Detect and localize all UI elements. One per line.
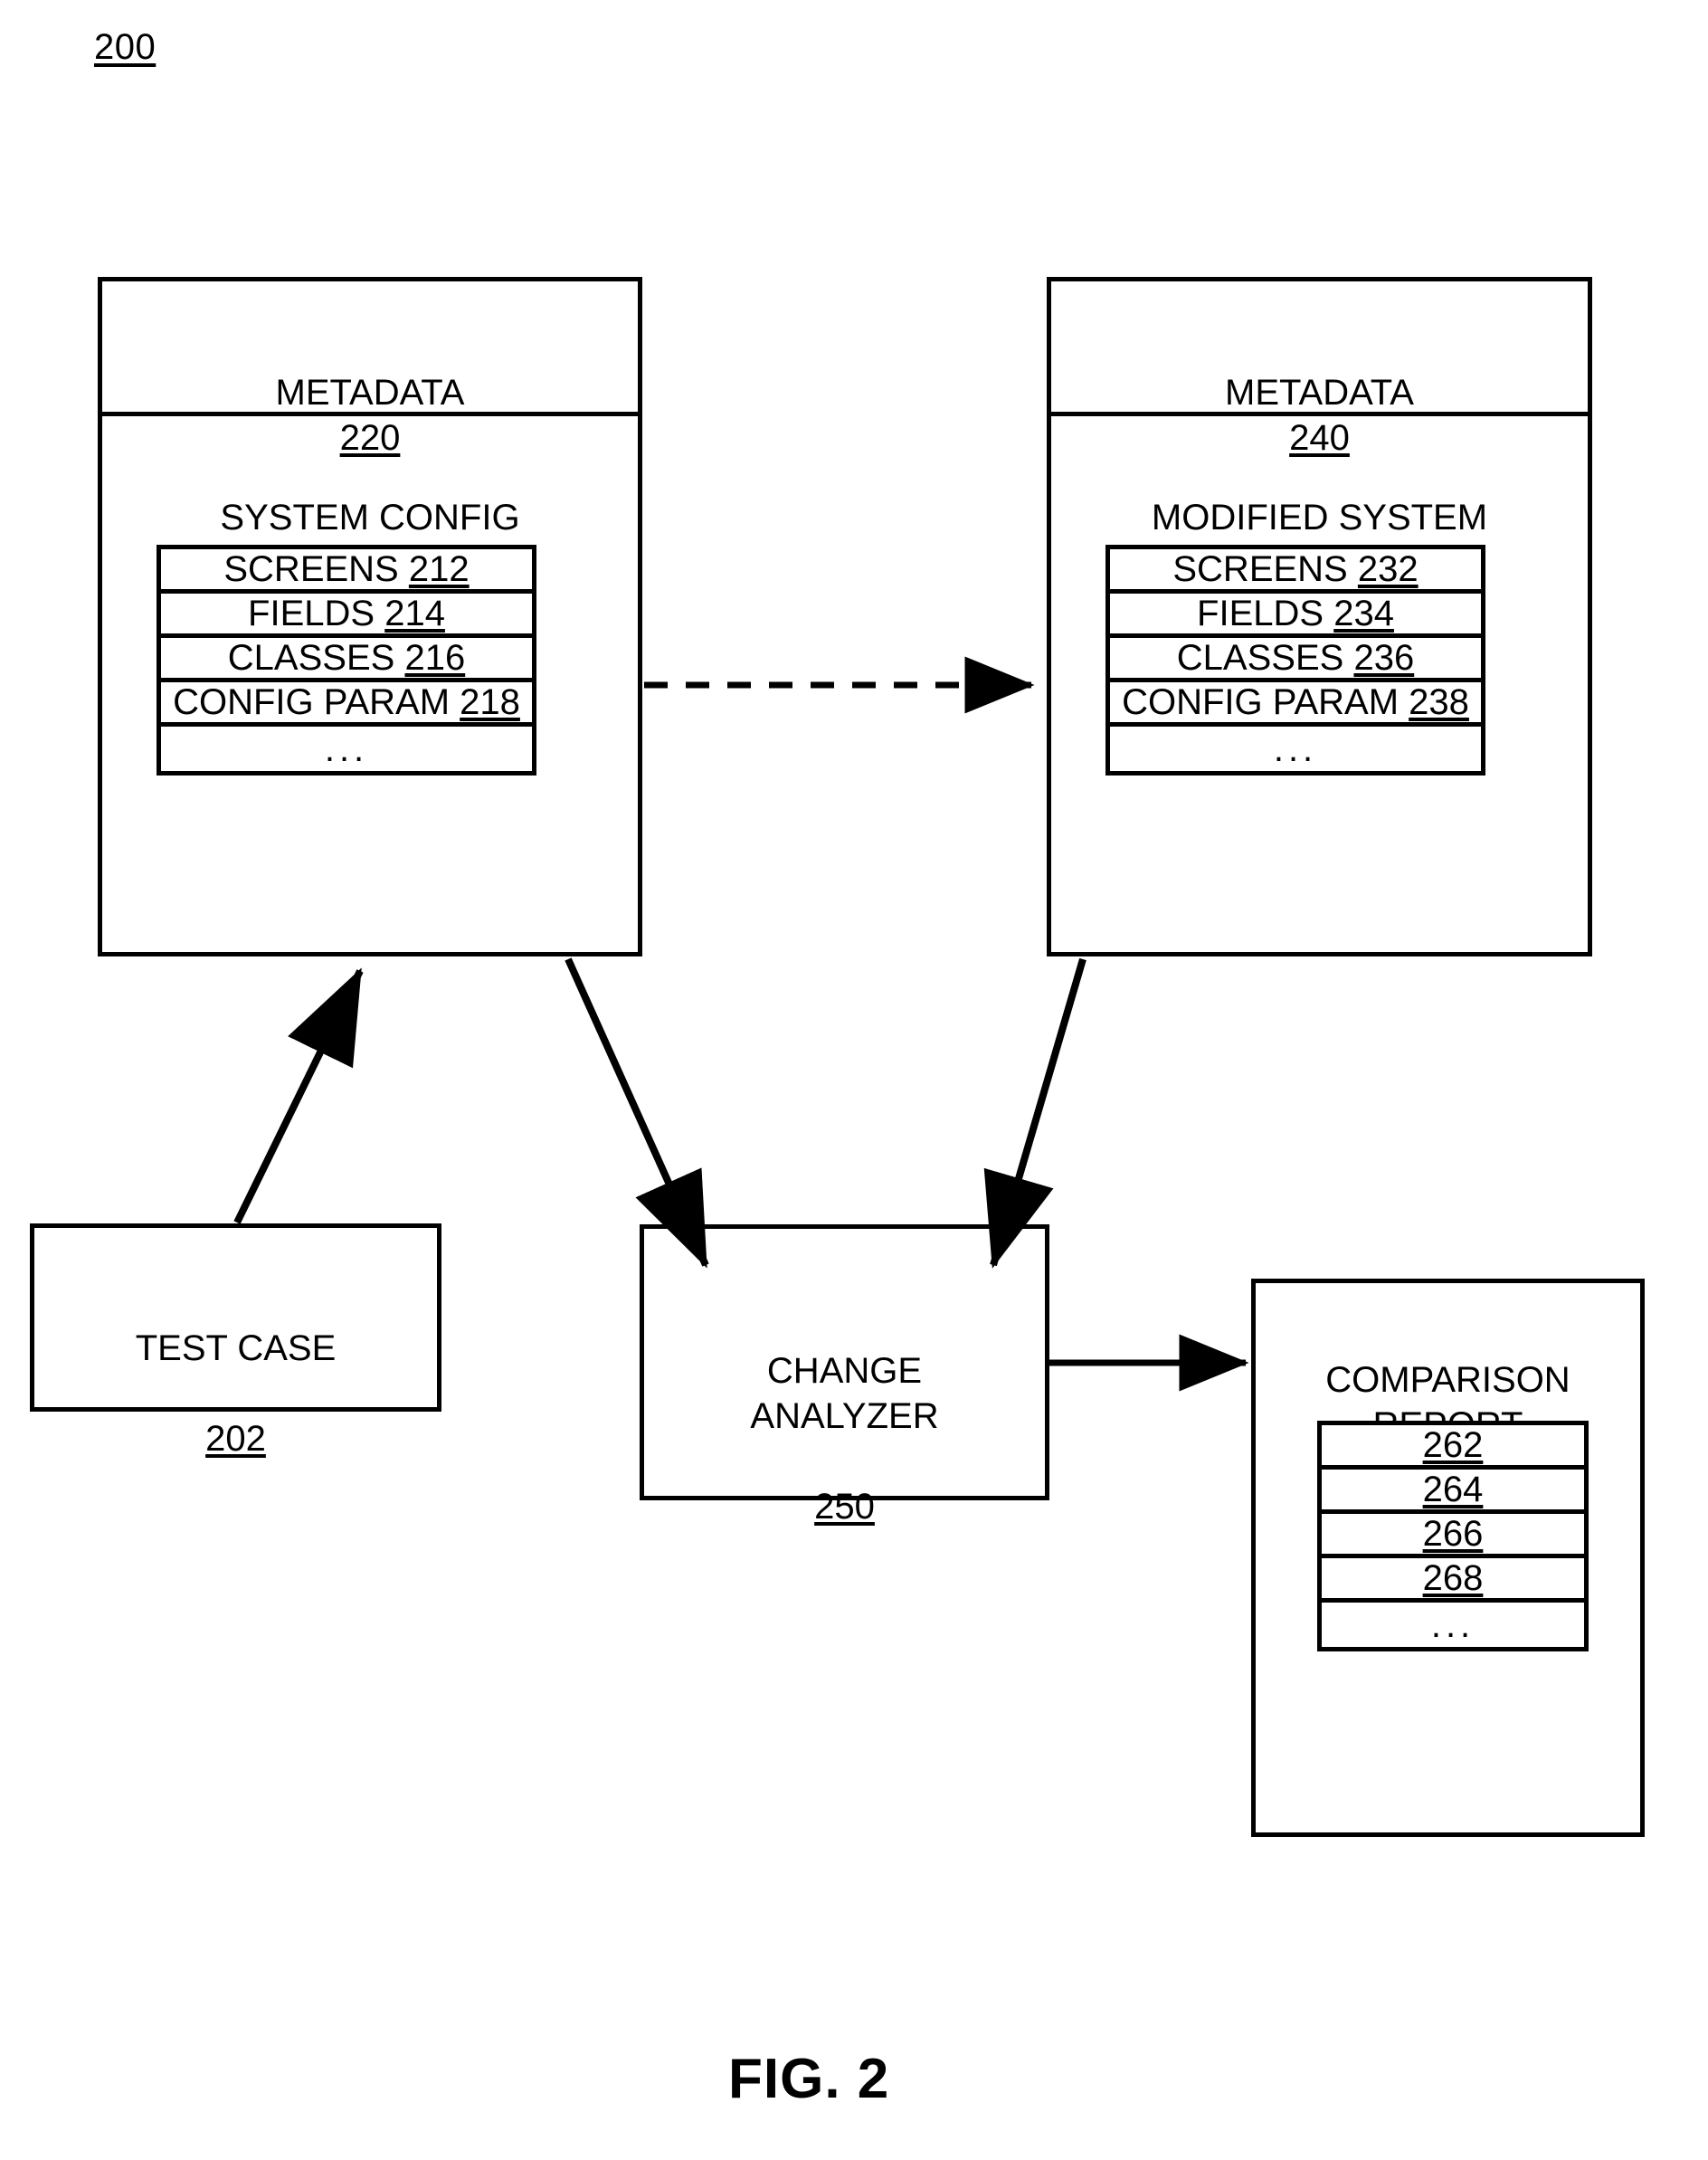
metadata-220-header: METADATA 220 xyxy=(102,325,638,461)
test-case-202-label: TEST CASE xyxy=(135,1328,337,1368)
list-item-screens-212-ref: 212 xyxy=(408,548,470,589)
list-item-ellipsis-left: ... xyxy=(161,727,532,771)
metadata-220-header-label: METADATA xyxy=(275,373,465,413)
connector-system-config-to-change-analyzer xyxy=(565,957,709,1269)
metadata-240-header: METADATA 240 xyxy=(1051,325,1588,461)
change-analyzer-250-box: CHANGE ANALYZER 250 xyxy=(640,1224,1049,1527)
list-item-ellipsis-right: ... xyxy=(1110,727,1481,771)
list-item-classes-216-label: CLASSES xyxy=(227,637,395,678)
list-item-classes-236-label: CLASSES xyxy=(1176,637,1344,678)
figure-caption: FIG. 2 xyxy=(728,2048,890,2110)
list-item-classes-236-ref: 236 xyxy=(1353,637,1415,678)
list-item-fields-214-ref: 214 xyxy=(384,593,445,633)
list-item-config-param-238-label: CONFIG PARAM xyxy=(1122,681,1400,722)
list-item-classes-236: CLASSES 236 xyxy=(1110,638,1481,682)
figure-number: 200 xyxy=(94,27,157,67)
list-item-screens-232-ref: 232 xyxy=(1357,548,1419,589)
test-case-202-label-group: TEST CASE 202 xyxy=(34,1280,437,1461)
report-item-262-label: 262 xyxy=(1422,1424,1484,1465)
report-item-266-label: 266 xyxy=(1422,1513,1484,1554)
list-item-ellipsis-left-label: ... xyxy=(324,728,369,769)
report-item-266: 266 xyxy=(1322,1514,1584,1558)
list-item-fields-214: FIELDS 214 xyxy=(161,594,532,638)
comparison-report-260-item-list: 262 264 266 268 ... xyxy=(1317,1421,1589,1651)
list-item-fields-214-label: FIELDS xyxy=(248,593,375,633)
test-case-202-ref: 202 xyxy=(205,1419,266,1459)
metadata-240-header-label: METADATA xyxy=(1225,373,1414,413)
list-item-config-param-238: CONFIG PARAM 238 xyxy=(1110,682,1481,727)
report-item-264: 264 xyxy=(1322,1470,1584,1514)
change-analyzer-250-ref: 250 xyxy=(814,1487,875,1527)
list-item-config-param-218: CONFIG PARAM 218 xyxy=(161,682,532,727)
list-item-screens-212: SCREENS 212 xyxy=(161,549,532,594)
report-item-ellipsis-label: ... xyxy=(1430,1604,1476,1645)
metadata-220-container: METADATA 220 SYSTEM CONFIG 210 SCREENS 2… xyxy=(98,277,642,956)
list-item-screens-232-label: SCREENS xyxy=(1172,548,1348,589)
list-item-config-param-238-ref: 238 xyxy=(1409,681,1469,722)
change-analyzer-250-label-group: CHANGE ANALYZER 250 xyxy=(644,1303,1045,1529)
report-item-268: 268 xyxy=(1322,1558,1584,1603)
report-item-268-label: 268 xyxy=(1422,1557,1484,1598)
list-item-screens-232: SCREENS 232 xyxy=(1110,549,1481,594)
comparison-report-260-box: COMPARISON REPORT 260 262 264 266 268 ..… xyxy=(1251,1279,1645,1837)
report-item-ellipsis: ... xyxy=(1322,1603,1584,1647)
metadata-240-container: METADATA 240 MODIFIED SYSTEM CONFIG 230 … xyxy=(1047,277,1592,956)
list-item-classes-216: CLASSES 216 xyxy=(161,638,532,682)
change-analyzer-250-label: CHANGE ANALYZER xyxy=(750,1351,939,1436)
figure-canvas: 200 METADATA 220 SYSTEM CONFIG 210 SCREE… xyxy=(0,0,1708,2160)
list-item-classes-216-ref: 216 xyxy=(404,637,466,678)
list-item-fields-234-label: FIELDS xyxy=(1197,593,1324,633)
list-item-screens-212-label: SCREENS xyxy=(223,548,399,589)
list-item-ellipsis-right-label: ... xyxy=(1273,728,1318,769)
report-item-264-label: 264 xyxy=(1422,1469,1484,1509)
report-item-262: 262 xyxy=(1322,1425,1584,1470)
system-config-210-item-list: SCREENS 212 FIELDS 214 CLASSES 216 CONFI… xyxy=(157,545,536,776)
list-item-config-param-218-ref: 218 xyxy=(460,681,520,722)
list-item-fields-234-ref: 234 xyxy=(1333,593,1394,633)
test-case-202-box: TEST CASE 202 xyxy=(30,1223,441,1459)
connector-modified-config-to-change-analyzer xyxy=(983,957,1086,1269)
system-config-210-subtitle-label: SYSTEM CONFIG xyxy=(220,498,520,538)
list-item-fields-234: FIELDS 234 xyxy=(1110,594,1481,638)
modified-system-config-230-item-list: SCREENS 232 FIELDS 234 CLASSES 236 CONFI… xyxy=(1105,545,1485,776)
connector-test-case-to-system-config xyxy=(233,967,364,1224)
list-item-config-param-218-label: CONFIG PARAM xyxy=(173,681,451,722)
